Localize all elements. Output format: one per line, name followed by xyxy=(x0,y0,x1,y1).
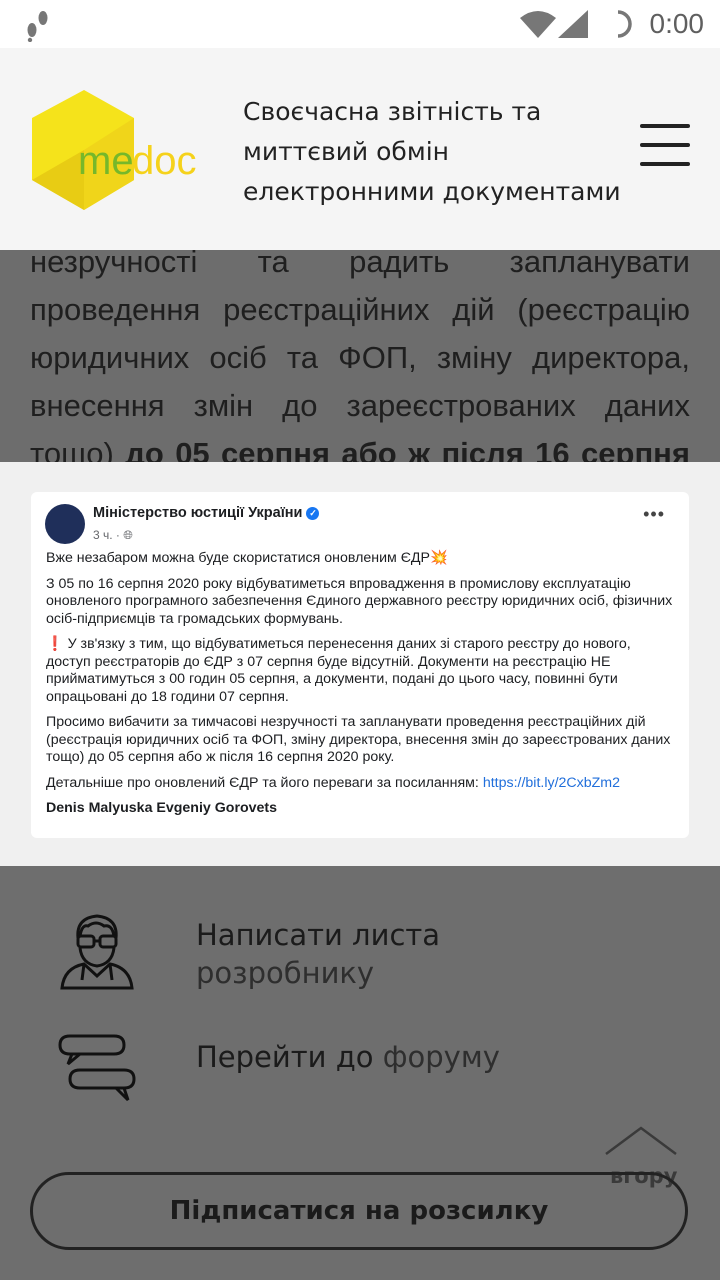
article-text: незручності та радить запланувати провед… xyxy=(30,238,690,462)
image-lightbox: Міністерство юстиції України ✓ 3 ч. · 🌐︎ … xyxy=(0,462,720,866)
logo-me-text: me xyxy=(78,139,134,183)
clock: 0:00 xyxy=(649,8,705,39)
post-author: Міністерство юстиції України ✓ xyxy=(93,505,320,521)
battery-loading-icon xyxy=(617,10,632,38)
globe-icon: 🌐︎ xyxy=(123,528,133,542)
verified-badge-icon: ✓ xyxy=(306,507,320,520)
chevron-up-icon xyxy=(605,1126,677,1156)
menu-bar xyxy=(640,124,690,128)
post-tags: Denis Malyuska Evgeniy Gorovets xyxy=(46,800,278,816)
post-paragraph: Детальніше про оновлений ЄДР та його пер… xyxy=(46,775,676,793)
notification-footprints-icon xyxy=(27,11,48,42)
post-link: https://bit.ly/2CxbZm2 xyxy=(482,774,621,791)
medoc-logo[interactable]: me doc xyxy=(26,88,208,212)
write-developer-link[interactable]: Написати листа розробнику xyxy=(0,906,720,996)
post-body: Вже незабаром можна буде скористатися он… xyxy=(46,550,676,826)
article-line: проведення реєстраційних дій (реєстрацію xyxy=(30,292,690,327)
article-line-last: тощо) до 05 серпня або ж після 16 серпня xyxy=(30,430,690,462)
developer-icon xyxy=(60,914,134,990)
ministry-avatar xyxy=(45,504,85,544)
post-time: 3 ч. · 🌐︎ xyxy=(93,528,133,543)
menu-bar xyxy=(640,143,690,147)
footer-area: Написати листа розробнику Перейти до фор… xyxy=(0,866,720,1280)
forum-label-b: форуму xyxy=(382,1040,500,1074)
post-paragraph: ❗ У зв'язку з тим, що відбуватиметься пе… xyxy=(46,636,631,705)
menu-bar xyxy=(640,162,690,166)
forum-label-a: Перейти до xyxy=(196,1040,383,1074)
author-name: Міністерство юстиції України xyxy=(93,505,303,521)
write-line-2: розробнику xyxy=(196,956,375,990)
facebook-post-screenshot: Міністерство юстиції України ✓ 3 ч. · 🌐︎ … xyxy=(31,492,689,838)
subscribe-button[interactable]: Підписатися на розсилку xyxy=(30,1172,688,1250)
write-developer-label: Написати листа розробнику xyxy=(196,916,440,992)
wifi-icon xyxy=(520,11,556,38)
status-bar: 0:00 xyxy=(0,0,720,48)
article-line: внесення змін до зареєстрованих даних xyxy=(30,388,690,423)
more-options-icon: ••• xyxy=(643,504,665,524)
post-paragraph: З 05 по 16 серпня 2020 року відбуватимет… xyxy=(46,575,673,627)
chat-bubbles-icon xyxy=(58,1034,136,1102)
tagline: Своєчасна звітність та миттєвий обмін ел… xyxy=(243,92,643,212)
logo-doc-text: doc xyxy=(132,139,197,183)
cell-signal-icon xyxy=(558,10,588,38)
article-line: юридичних осіб та ФОП, зміну директора, xyxy=(30,340,690,375)
post-time-text: 3 ч. · xyxy=(93,528,124,542)
article-bold-text: до 05 серпня або ж після 16 серпня xyxy=(125,436,690,462)
post-paragraph: Просимо вибачити за тимчасові незручност… xyxy=(46,714,671,765)
write-line-1: Написати листа xyxy=(196,918,441,952)
site-header: me doc Своєчасна звітність та миттєвий о… xyxy=(0,48,720,250)
forum-link[interactable]: Перейти до форуму xyxy=(0,1026,720,1116)
post-paragraph: Вже незабаром можна буде скористатися он… xyxy=(46,550,448,566)
article-plain-text: тощо) xyxy=(30,436,126,462)
tagline-line: Своєчасна звітність та xyxy=(243,97,542,126)
forum-label: Перейти до форуму xyxy=(196,1038,500,1076)
tagline-line: електронними документами xyxy=(243,177,621,206)
post-link-intro: Детальніше про оновлений ЄДР та його пер… xyxy=(46,774,483,791)
hamburger-menu-button[interactable] xyxy=(640,122,692,168)
tagline-line: миттєвий обмін xyxy=(243,137,449,166)
